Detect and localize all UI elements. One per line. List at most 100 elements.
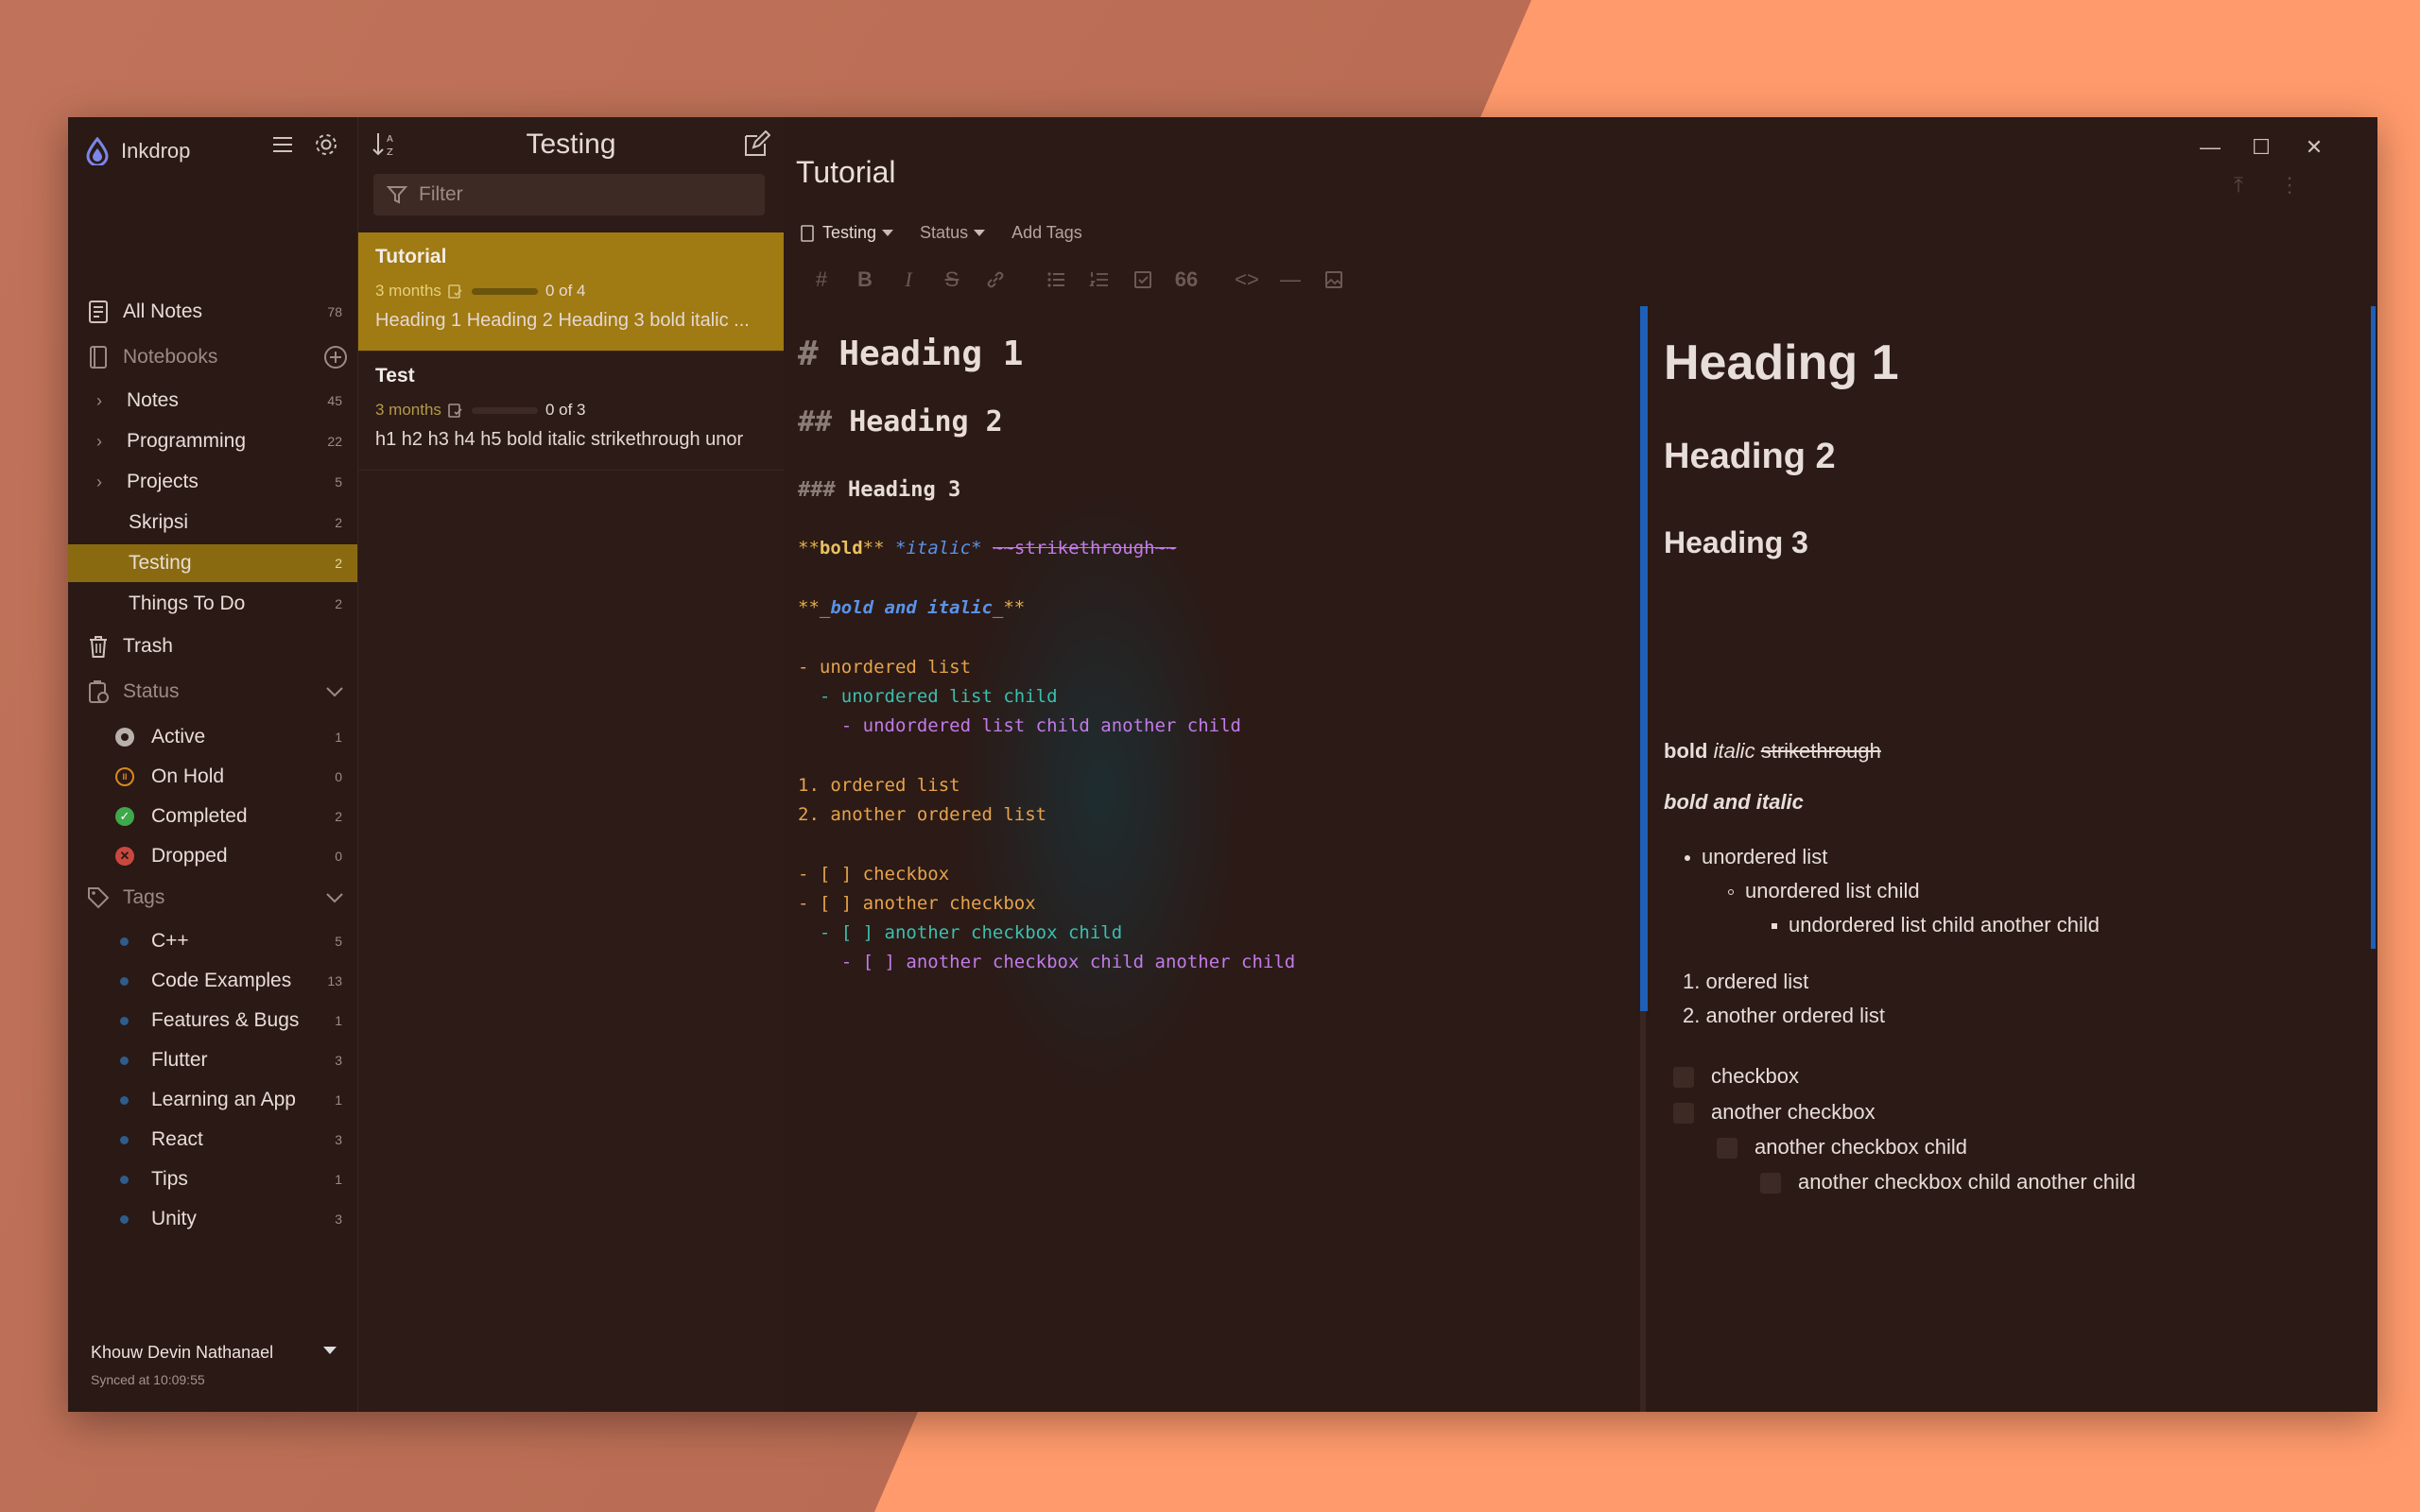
formatting-toolbar: # B I S 66 <> — (800, 259, 1356, 301)
horizontal-rule-icon[interactable]: — (1269, 259, 1312, 301)
close-icon[interactable]: ✕ (2286, 129, 2342, 166)
checkbox (1760, 1173, 1781, 1194)
new-note-icon[interactable] (742, 130, 770, 159)
menu-icon[interactable] (267, 129, 299, 161)
status-item-count: 0 (335, 769, 342, 784)
status-item-label: Completed (151, 805, 248, 827)
user-account[interactable]: Khouw Devin Nathanael Synced at 10:09:55 (91, 1343, 337, 1387)
settings-gear-icon[interactable] (310, 129, 342, 161)
sidebar-item-programming[interactable]: › Programming 22 (68, 422, 357, 460)
sidebar-item-skripsi[interactable]: Skripsi 2 (68, 504, 357, 541)
tag-label: Unity (151, 1208, 197, 1229)
task-count: 0 of 3 (544, 401, 586, 419)
trash-label: Trash (123, 635, 173, 657)
sidebar-item-tag[interactable]: Flutter 3 (68, 1041, 357, 1079)
preview-checkbox-item: checkbox (1673, 1064, 1799, 1089)
sidebar-item-tag[interactable]: C++ 5 (68, 922, 357, 960)
task-clipboard-icon (448, 284, 462, 299)
share-upload-icon[interactable]: ⤒ (2210, 166, 2267, 204)
sidebar-item-tag[interactable]: Unity 3 (68, 1200, 357, 1238)
numbered-list-icon[interactable] (1078, 259, 1121, 301)
add-tags-button[interactable]: Add Tags (1011, 223, 1082, 243)
sidebar-item-testing[interactable]: Testing 2 (68, 544, 357, 582)
tag-dot-icon (120, 1135, 129, 1144)
active-status-icon (115, 728, 134, 747)
md-italic: italic (906, 538, 972, 558)
notebook-count: 45 (327, 393, 342, 408)
sidebar-item-trash[interactable]: Trash (68, 627, 357, 665)
md-heading-1: # Heading 1 (798, 337, 1023, 371)
note-meta-bar: Testing Status Add Tags (800, 223, 1109, 243)
sidebar-item-notes[interactable]: › Notes 45 (68, 382, 357, 420)
sidebar-notebooks-header[interactable]: Notebooks (68, 338, 357, 376)
image-icon[interactable] (1312, 259, 1356, 301)
md-inline-formatting: **bold** *italic* ~~strikethrough~~ (798, 534, 1176, 563)
note-title: Test (375, 365, 415, 387)
quote-icon[interactable]: 66 (1165, 259, 1208, 301)
preview-ordered-item: 1. ordered list (1683, 970, 1809, 993)
sidebar-status-header[interactable]: Status (68, 673, 357, 711)
tag-label: React (151, 1128, 203, 1150)
sidebar-tags-header[interactable]: Tags (68, 879, 357, 917)
tag-dot-icon (120, 1095, 129, 1105)
md-mark: * (895, 538, 907, 558)
md-heading-text: Heading 2 (849, 405, 1003, 438)
pause-icon: II (115, 767, 134, 786)
filter-input[interactable]: Filter (373, 174, 765, 215)
sidebar-item-status-completed[interactable]: ✓ Completed 2 (68, 798, 357, 835)
preview-list-item: undordered list child another child (1772, 913, 2100, 937)
sidebar-item-status-active[interactable]: Active 1 (68, 718, 357, 756)
minimize-icon[interactable]: — (2182, 129, 2238, 166)
note-list-item[interactable]: Tutorial 3 months 0 of 4 Heading 1 Headi… (358, 232, 784, 352)
sidebar-item-tag[interactable]: Tips 1 (68, 1160, 357, 1198)
md-checkbox-text: another checkbox child (884, 922, 1123, 943)
more-options-icon[interactable]: ⋮ (2261, 166, 2318, 204)
italic-icon[interactable]: I (887, 259, 930, 301)
task-progress-bar (471, 287, 538, 295)
chevron-down-icon[interactable] (325, 892, 344, 903)
status-selector-label: Status (920, 223, 969, 242)
preview-scrollbar[interactable] (2371, 306, 2376, 949)
maximize-icon[interactable]: ☐ (2233, 129, 2290, 166)
note-title-input[interactable]: Tutorial (796, 155, 896, 190)
bullet-list-icon[interactable] (1034, 259, 1078, 301)
status-selector[interactable]: Status (920, 223, 986, 243)
chevron-right-icon[interactable]: › (96, 432, 113, 452)
code-icon[interactable]: <> (1225, 259, 1269, 301)
notebook-selector-label: Testing (822, 223, 877, 242)
md-hash: ## (798, 405, 833, 438)
sidebar-item-tag[interactable]: Code Examples 13 (68, 962, 357, 1000)
sidebar-item-tag[interactable]: React 3 (68, 1121, 357, 1159)
strikethrough-icon[interactable]: S (930, 259, 974, 301)
link-icon[interactable] (974, 259, 1017, 301)
checkbox-icon[interactable] (1121, 259, 1165, 301)
notebook-selector[interactable]: Testing (800, 223, 894, 243)
md-list-item: - unordered list child (798, 686, 1058, 707)
sidebar-item-things-to-do[interactable]: Things To Do 2 (68, 585, 357, 623)
sidebar-item-tag[interactable]: Learning an App 1 (68, 1081, 357, 1119)
status-item-count: 1 (335, 730, 342, 745)
heading-icon[interactable]: # (800, 259, 843, 301)
sidebar-item-status-on-hold[interactable]: II On Hold 0 (68, 758, 357, 796)
status-label: Status (123, 680, 180, 702)
inkdrop-logo-icon (86, 137, 109, 165)
bold-icon[interactable]: B (843, 259, 887, 301)
note-date: 3 months (375, 282, 441, 300)
preview-ordered-item: 2. another ordered list (1683, 1004, 1886, 1027)
preview-list-item: unordered list (1685, 845, 1827, 869)
sidebar-item-projects[interactable]: › Projects 5 (68, 463, 357, 501)
note-list-item[interactable]: Test 3 months 0 of 3 h1 h2 h3 h4 h5 bold… (358, 352, 784, 471)
sidebar-item-status-dropped[interactable]: ✕ Dropped 0 (68, 837, 357, 875)
note-excerpt: h1 h2 h3 h4 h5 bold italic strikethrough… (375, 429, 744, 450)
note-list: AZ Testing Filter Tutorial 3 months 0 of… (357, 117, 784, 1412)
chevron-down-icon[interactable] (325, 686, 344, 697)
sidebar-all-notes[interactable]: All Notes 78 (68, 293, 357, 331)
account-dropdown-icon[interactable] (323, 1347, 337, 1354)
status-item-label: Active (151, 726, 206, 747)
chevron-right-icon[interactable]: › (96, 472, 113, 492)
chevron-right-icon[interactable]: › (96, 391, 113, 411)
sidebar-item-tag[interactable]: Features & Bugs 1 (68, 1002, 357, 1040)
notebook-label: Programming (127, 430, 247, 452)
add-notebook-icon[interactable] (323, 345, 348, 369)
notebook-label: Things To Do (129, 593, 246, 614)
